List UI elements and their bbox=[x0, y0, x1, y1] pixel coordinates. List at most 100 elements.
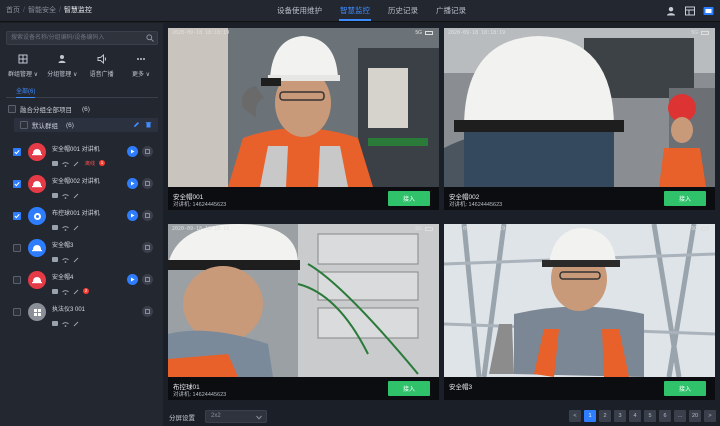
edit-icon[interactable] bbox=[133, 121, 140, 130]
video-icon bbox=[52, 288, 58, 294]
search-input[interactable]: 搜索设备名称/分组编码/设备编码入 bbox=[6, 31, 158, 45]
delete-icon[interactable] bbox=[145, 121, 152, 130]
group-manage-button[interactable]: 群组管理 ∨ bbox=[4, 54, 42, 80]
video-tile[interactable]: 2020-09-18 18:18:19 5G 布控球01 对讲机: 146244… bbox=[168, 224, 439, 400]
fullscreen-icon[interactable] bbox=[703, 5, 714, 16]
device-checkbox[interactable] bbox=[13, 244, 21, 252]
group-count: (6) bbox=[82, 105, 90, 113]
breadcrumb-current: 智慧监控 bbox=[63, 7, 92, 14]
user-icon[interactable] bbox=[665, 5, 676, 16]
device-row[interactable]: 执法仪3 001 bbox=[10, 297, 160, 327]
tile-info-bar: 安全帽001 对讲机: 14624445623 接入 bbox=[168, 187, 439, 210]
more-icon bbox=[136, 54, 146, 66]
video-feed-tower-climber bbox=[444, 224, 715, 377]
play-video-icon[interactable] bbox=[127, 210, 138, 221]
more-button[interactable]: 更多 ∨ bbox=[122, 54, 160, 80]
subgroup-count: (6) bbox=[66, 121, 74, 129]
group-checkbox[interactable] bbox=[8, 105, 16, 113]
tab-all[interactable]: 全部(6) bbox=[16, 86, 36, 98]
subgroup-manage-label: 分组管理 ∨ bbox=[47, 72, 78, 78]
page-button[interactable]: 2 bbox=[599, 410, 611, 422]
alarm-badge: 2 bbox=[83, 288, 89, 294]
device-row[interactable]: 安全帽4 2 bbox=[10, 265, 160, 295]
nav-device-maintenance[interactable]: 设备使用维护 bbox=[268, 0, 331, 22]
helmet-avatar-icon bbox=[28, 271, 46, 289]
device-more-icon[interactable] bbox=[142, 178, 153, 189]
pagination: < 1 2 3 4 5 6 ... 20 > bbox=[569, 410, 716, 422]
play-video-icon[interactable] bbox=[127, 146, 138, 157]
tile-info-bar: 安全帽002 对讲机: 14624445623 接入 bbox=[444, 187, 715, 210]
video-icon bbox=[52, 224, 58, 230]
device-more-icon[interactable] bbox=[142, 210, 153, 221]
play-video-icon[interactable] bbox=[127, 178, 138, 189]
tile-device-name: 安全帽3 bbox=[449, 384, 473, 391]
device-checkbox[interactable] bbox=[13, 276, 21, 284]
breadcrumb-separator: / bbox=[58, 6, 61, 14]
video-icon bbox=[52, 256, 58, 262]
nav-smart-monitor[interactable]: 智慧监控 bbox=[331, 0, 379, 22]
video-tile[interactable]: 2020-09-18 18:18:19 5G 安全帽3 接入 bbox=[444, 224, 715, 400]
device-checkbox[interactable] bbox=[13, 180, 21, 188]
battery-icon bbox=[701, 31, 709, 35]
play-video-icon[interactable] bbox=[127, 274, 138, 285]
device-name: 执法仪3 001 bbox=[52, 307, 86, 313]
next-page-button[interactable]: > bbox=[704, 410, 716, 422]
page-ellipsis[interactable]: ... bbox=[674, 410, 686, 422]
signal-text: 5G bbox=[415, 226, 422, 232]
group-row[interactable]: 融合分组全部项目 (6) bbox=[8, 103, 90, 115]
page-button[interactable]: 1 bbox=[584, 410, 596, 422]
wifi-icon bbox=[62, 314, 69, 332]
page-button[interactable]: 6 bbox=[659, 410, 671, 422]
page-button[interactable]: 4 bbox=[629, 410, 641, 422]
breadcrumb-section[interactable]: 智能安全 bbox=[28, 5, 56, 15]
video-timestamp: 2020-09-18 18:18:19 bbox=[172, 30, 230, 36]
device-checkbox[interactable] bbox=[13, 308, 21, 316]
device-more-icon[interactable] bbox=[142, 242, 153, 253]
signal-status: 5G bbox=[691, 226, 709, 232]
join-button[interactable]: 接入 bbox=[388, 381, 430, 396]
nav-broadcast-records[interactable]: 广播记录 bbox=[427, 0, 475, 22]
device-checkbox[interactable] bbox=[13, 148, 21, 156]
grid-view-icon[interactable] bbox=[684, 5, 695, 16]
join-button[interactable]: 接入 bbox=[664, 191, 706, 206]
group-manage-icon bbox=[18, 54, 28, 66]
page-button[interactable]: 20 bbox=[689, 410, 701, 422]
search-icon[interactable] bbox=[146, 34, 154, 47]
split-layout-select[interactable]: 2x2 bbox=[205, 410, 267, 423]
camera-ball-avatar-icon bbox=[28, 207, 46, 225]
device-row[interactable]: 安全帽002 对讲机 bbox=[10, 169, 160, 199]
device-more-icon[interactable] bbox=[142, 274, 153, 285]
device-sidebar: 搜索设备名称/分组编码/设备编码入 群组管理 ∨ 分组管理 ∨ 语音广播 更多 … bbox=[0, 23, 163, 426]
device-row[interactable]: 安全帽001 对讲机 离线 1 bbox=[10, 137, 160, 167]
video-tile[interactable]: 2020-09-18 18:18:19 5G 安全帽002 对讲机: 14624… bbox=[444, 28, 715, 210]
helmet-avatar-icon bbox=[28, 175, 46, 193]
device-row[interactable]: 布控球001 对讲机 bbox=[10, 201, 160, 231]
broadcast-icon bbox=[97, 53, 107, 66]
signal-text: 5G bbox=[691, 30, 698, 36]
subgroup-row[interactable]: 默认群组 (6) bbox=[14, 118, 158, 132]
top-right-actions bbox=[665, 5, 714, 16]
voice-broadcast-button[interactable]: 语音广播 bbox=[83, 53, 121, 80]
bottom-bar: 分屏设置 2x2 < 1 2 3 4 5 6 ... 20 > bbox=[163, 406, 720, 426]
video-tile[interactable]: 2020-09-18 18:18:19 5G 安全帽001 对讲机: 14624… bbox=[168, 28, 439, 210]
device-status-icons bbox=[52, 314, 79, 332]
device-more-icon[interactable] bbox=[142, 146, 153, 157]
signal-status: 5G bbox=[415, 30, 433, 36]
page-button[interactable]: 3 bbox=[614, 410, 626, 422]
video-icon bbox=[52, 192, 58, 198]
device-checkbox[interactable] bbox=[13, 212, 21, 220]
join-button[interactable]: 接入 bbox=[388, 191, 430, 206]
subgroup-manage-button[interactable]: 分组管理 ∨ bbox=[43, 54, 81, 80]
breadcrumb-home[interactable]: 首页 bbox=[6, 5, 20, 15]
prev-page-button[interactable]: < bbox=[569, 410, 581, 422]
group-label: 融合分组全部项目 bbox=[20, 107, 72, 114]
subgroup-checkbox[interactable] bbox=[20, 121, 28, 129]
join-button[interactable]: 接入 bbox=[664, 381, 706, 396]
device-row[interactable]: 安全帽3 bbox=[10, 233, 160, 263]
helmet-avatar-icon bbox=[28, 143, 46, 161]
page-button[interactable]: 5 bbox=[644, 410, 656, 422]
battery-icon bbox=[425, 227, 433, 231]
sidebar-tabs: 全部(6) bbox=[6, 86, 158, 98]
device-more-icon[interactable] bbox=[142, 306, 153, 317]
nav-history[interactable]: 历史记录 bbox=[379, 0, 427, 22]
